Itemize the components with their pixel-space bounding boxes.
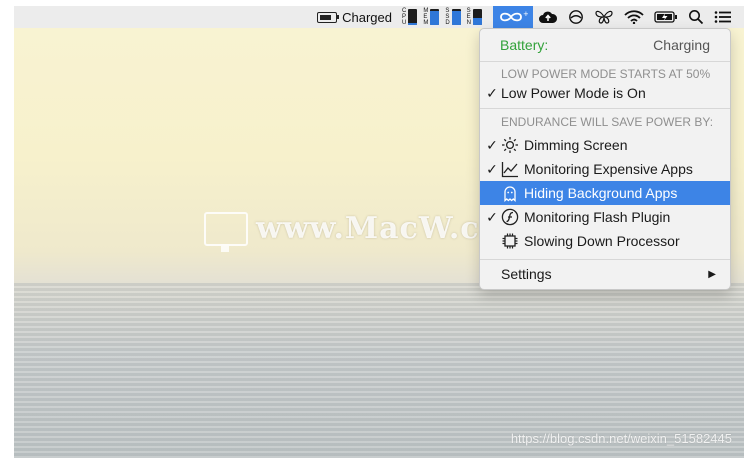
stat-meter-label: SEN <box>467 8 471 26</box>
low-power-mode-label: Low Power Mode is On <box>501 85 646 101</box>
endurance-icon: + <box>500 10 528 22</box>
stat-meter-label: CPU <box>402 8 406 26</box>
chart-line-icon <box>501 160 519 178</box>
stat-letter: D <box>445 20 450 26</box>
stat-meter: CPU <box>402 8 418 26</box>
stat-meter: SSD <box>445 8 461 26</box>
hiding-background-apps-item[interactable]: Hiding Background Apps <box>480 181 730 205</box>
battery-charging-item[interactable] <box>649 6 683 28</box>
stat-meter-label: SSD <box>445 8 449 26</box>
battery-status-text: Charged <box>342 9 392 25</box>
slowing-down-processor-label: Slowing Down Processor <box>524 233 680 249</box>
settings-item[interactable]: Settings ▶ <box>480 262 730 286</box>
stat-letter: N <box>466 20 471 26</box>
stat-meter-label: MEM <box>423 8 428 26</box>
menu-separator <box>480 259 730 260</box>
submenu-arrow-icon: ▶ <box>708 268 716 280</box>
dimming-screen-label: Dimming Screen <box>524 137 628 153</box>
monitoring-flash-plugin-item[interactable]: ✓ Monitoring Flash Plugin <box>480 205 730 229</box>
cloud-upload-icon <box>539 11 558 23</box>
stat-letter: U <box>401 20 407 26</box>
hiding-background-apps-label: Hiding Background Apps <box>524 185 678 201</box>
svg-text:+: + <box>523 10 528 18</box>
check-icon: ✓ <box>486 84 498 101</box>
slowing-down-processor-item[interactable]: Slowing Down Processor <box>480 229 730 253</box>
system-stats-item[interactable]: CPU MEM SSD SEN <box>397 6 493 28</box>
check-icon: ✓ <box>486 208 498 225</box>
notification-center-item[interactable] <box>709 6 744 28</box>
circle-slash-item[interactable] <box>563 6 589 28</box>
stat-letter: M <box>423 20 429 26</box>
endurance-menu-item[interactable]: + <box>493 6 533 28</box>
wifi-item[interactable] <box>619 6 649 28</box>
spotlight-item[interactable] <box>683 6 709 28</box>
search-icon <box>689 10 704 25</box>
stat-meter-bar <box>473 9 482 25</box>
endurance-header: ENDURANCE WILL SAVE POWER BY: <box>501 115 714 129</box>
stat-meter-bar <box>408 9 418 25</box>
stat-meter-bar <box>430 9 440 25</box>
monitoring-expensive-apps-label: Monitoring Expensive Apps <box>524 161 693 177</box>
dimming-screen-item[interactable]: ✓ Dimming Screen <box>480 133 730 157</box>
stat-meter: MEM <box>423 8 440 26</box>
processor-icon <box>501 232 519 250</box>
wifi-icon <box>624 10 644 24</box>
battery-label: Battery: <box>500 37 549 53</box>
flash-plugin-icon <box>501 208 519 226</box>
circle-slash-icon <box>569 10 583 24</box>
monitoring-expensive-apps-item[interactable]: ✓ Monitoring Expensive Apps <box>480 157 730 181</box>
butterfly-icon <box>595 10 613 24</box>
battery-status-item[interactable]: Charged <box>312 6 397 28</box>
butterfly-item[interactable] <box>589 6 619 28</box>
battery-info-row: Battery: Charging <box>480 33 730 57</box>
menu-separator <box>480 108 730 109</box>
check-icon: ✓ <box>486 136 498 153</box>
battery-charging-icon <box>654 11 677 23</box>
low-power-mode-item[interactable]: ✓ Low Power Mode is On <box>480 81 730 105</box>
battery-icon <box>317 11 340 23</box>
endurance-dropdown-menu: Battery: Charging LOW POWER MODE STARTS … <box>479 28 731 290</box>
cloud-upload-item[interactable] <box>533 6 563 28</box>
credit-text: https://blog.csdn.net/weixin_51582445 <box>510 431 732 446</box>
list-icon <box>714 11 731 23</box>
monitoring-flash-plugin-label: Monitoring Flash Plugin <box>524 209 671 225</box>
settings-label: Settings <box>501 266 552 282</box>
stat-meter-fill <box>408 22 418 25</box>
stat-meter-fill <box>473 17 482 25</box>
stat-meter-fill <box>430 11 440 25</box>
menu-bar: Charged CPU MEM SSD SEN + <box>14 6 744 28</box>
sun-icon <box>501 136 519 154</box>
monitor-icon <box>204 211 248 252</box>
stat-meter-fill <box>451 10 461 25</box>
ghost-icon <box>501 184 519 202</box>
check-icon: ✓ <box>486 160 498 177</box>
battery-value: Charging <box>653 37 710 53</box>
stat-meter: SEN <box>467 8 482 26</box>
stat-meter-bar <box>451 9 461 25</box>
